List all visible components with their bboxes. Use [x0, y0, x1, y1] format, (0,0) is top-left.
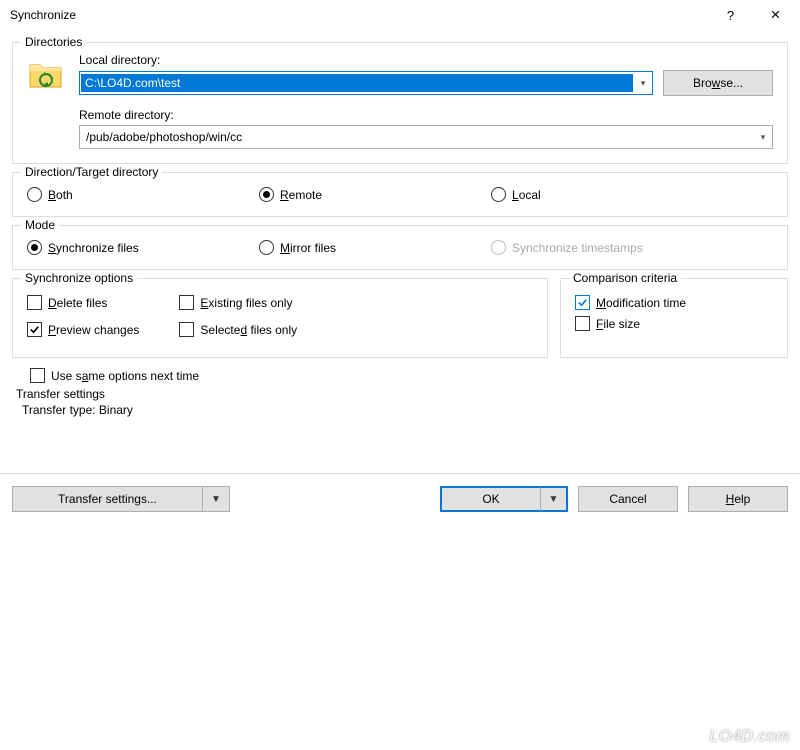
radio-mirror-files[interactable]: Mirror files: [259, 240, 491, 255]
checkbox-icon: [27, 295, 42, 310]
window-title: Synchronize: [10, 8, 708, 22]
direction-legend: Direction/Target directory: [21, 165, 162, 179]
cancel-button[interactable]: Cancel: [578, 486, 678, 512]
remote-directory-combo[interactable]: /pub/adobe/photoshop/win/cc ▾: [79, 125, 773, 149]
radio-icon: [27, 187, 42, 202]
chevron-down-icon[interactable]: ▼: [540, 486, 568, 512]
radio-sync-files[interactable]: Synchronize files: [27, 240, 259, 255]
sync-options-legend: Synchronize options: [21, 271, 137, 285]
folder-sync-icon: [27, 55, 67, 95]
check-preview-changes[interactable]: Preview changes: [27, 322, 139, 337]
check-delete-files[interactable]: Delete files: [27, 295, 139, 310]
help-button[interactable]: Help: [688, 486, 788, 512]
chevron-down-icon[interactable]: ▾: [754, 132, 772, 143]
radio-remote[interactable]: Remote: [259, 187, 491, 202]
chevron-down-icon[interactable]: ▼: [202, 486, 230, 512]
check-file-size[interactable]: File size: [575, 316, 773, 331]
ok-button[interactable]: OK ▼: [440, 486, 568, 512]
checkbox-icon: [575, 316, 590, 331]
browse-button[interactable]: Browse...: [663, 70, 773, 96]
checkbox-icon: [27, 322, 42, 337]
radio-icon: [259, 187, 274, 202]
direction-group: Direction/Target directory Both Remote L…: [12, 172, 788, 217]
local-directory-label: Local directory:: [79, 53, 773, 67]
titlebar: Synchronize ? ×: [0, 0, 800, 30]
checkbox-icon: [30, 368, 45, 383]
remote-directory-value: /pub/adobe/photoshop/win/cc: [80, 130, 754, 144]
radio-sync-timestamps: Synchronize timestamps: [491, 240, 723, 255]
check-selected-only[interactable]: Selected files only: [179, 322, 297, 337]
directories-group: Directories Local directory:: [12, 42, 788, 164]
transfer-settings-line: Transfer type: Binary: [22, 403, 788, 417]
transfer-settings-button[interactable]: Transfer settings... ▼: [12, 486, 230, 512]
check-existing-only[interactable]: Existing files only: [179, 295, 297, 310]
local-directory-combo[interactable]: C:\LO4D.com\test ▾: [79, 71, 653, 95]
button-bar: Transfer settings... ▼ OK ▼ Cancel Help: [0, 474, 800, 522]
radio-local[interactable]: Local: [491, 187, 723, 202]
remote-directory-label: Remote directory:: [79, 108, 773, 122]
checkbox-icon: [575, 295, 590, 310]
help-button[interactable]: ?: [708, 1, 753, 29]
radio-icon: [491, 187, 506, 202]
directories-legend: Directories: [21, 35, 86, 49]
radio-icon: [259, 240, 274, 255]
mode-legend: Mode: [21, 218, 59, 232]
checkbox-icon: [179, 322, 194, 337]
radio-icon: [27, 240, 42, 255]
watermark: LO4D.com: [710, 728, 790, 746]
comparison-legend: Comparison criteria: [569, 271, 681, 285]
check-same-options[interactable]: Use same options next time: [30, 368, 788, 383]
close-button[interactable]: ×: [753, 1, 798, 29]
chevron-down-icon[interactable]: ▾: [634, 78, 652, 89]
comparison-group: Comparison criteria Modification time Fi…: [560, 278, 788, 358]
mode-group: Mode Synchronize files Mirror files Sync…: [12, 225, 788, 270]
checkbox-icon: [179, 295, 194, 310]
check-modification-time[interactable]: Modification time: [575, 295, 773, 310]
sync-options-group: Synchronize options Delete files Preview…: [12, 278, 548, 358]
radio-icon: [491, 240, 506, 255]
local-directory-value: C:\LO4D.com\test: [81, 74, 633, 92]
radio-both[interactable]: Both: [27, 187, 259, 202]
transfer-settings-heading: Transfer settings: [16, 387, 788, 401]
